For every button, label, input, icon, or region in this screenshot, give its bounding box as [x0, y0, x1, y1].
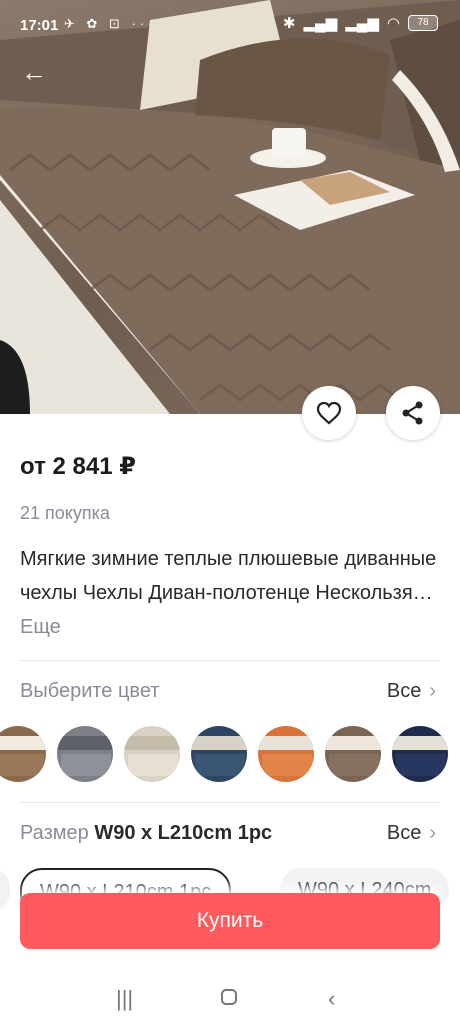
product-image[interactable]: 17:01 ✈ ✿ ⊡ ··· ✱ ▂▄▆ ▂▄▆ ◠ 78 ← [0, 0, 460, 414]
wifi-icon: ◠ [386, 15, 400, 32]
color-swatch-orange[interactable] [258, 726, 314, 782]
color-swatch-dark-blue[interactable] [392, 726, 448, 782]
home-icon[interactable] [220, 986, 238, 1012]
swatch-image [0, 726, 46, 782]
swatch-image [258, 726, 314, 782]
color-swatch-taupe[interactable] [325, 726, 381, 782]
size-selected-value: W90 x L210cm 1pc [94, 822, 273, 844]
system-icons: ✱ ▂▄▆ ▂▄▆ ◠ 78 [283, 14, 438, 32]
sofa-photo [0, 0, 460, 414]
share-icon [402, 401, 423, 425]
color-all-link[interactable]: Все › [387, 680, 436, 703]
recent-apps-icon[interactable]: ||| [116, 986, 133, 1012]
status-bar: 17:01 ✈ ✿ ⊡ ··· ✱ ▂▄▆ ▂▄▆ ◠ 78 [0, 0, 460, 48]
share-button[interactable] [386, 386, 440, 440]
product-title-text: Мягкие зимние теплые плюшевые диванные ч… [20, 548, 437, 604]
color-section-label: Выберите цвет [20, 680, 160, 702]
size-label: Размер [20, 822, 89, 844]
purchase-count: 21 покупка [20, 503, 110, 523]
arrow-left-icon: ← [21, 57, 47, 87]
chevron-right-icon: › [429, 822, 436, 844]
home-shape [221, 989, 237, 1005]
product-price: от 2 841 ₽ [20, 453, 136, 480]
signal-icon-2: ▂▄▆ [345, 15, 379, 32]
back-button[interactable]: ← [18, 56, 50, 88]
signal-icon: ▂▄▆ [303, 15, 338, 32]
battery-icon: 78 [408, 15, 438, 31]
notification-icons: ✈ ✿ ⊡ ··· [64, 16, 157, 31]
color-all-label: Все [386, 680, 422, 702]
color-swatch-navy[interactable] [191, 726, 247, 782]
product-title[interactable]: Мягкие зимние теплые плюшевые диванные ч… [20, 542, 440, 644]
size-all-link[interactable]: Все › [387, 822, 436, 845]
back-nav-icon[interactable]: ‹ [328, 986, 335, 1012]
color-swatch-beige[interactable] [124, 726, 180, 782]
swatch-image [57, 726, 113, 782]
bluetooth-icon: ✱ [282, 15, 296, 32]
swatch-image [124, 726, 180, 782]
divider [20, 802, 440, 803]
buy-button[interactable]: Купить [20, 893, 440, 949]
color-swatch-brown[interactable] [0, 726, 46, 782]
size-all-label: Все [386, 822, 422, 844]
favorite-button[interactable] [302, 386, 356, 440]
color-swatch-gray[interactable] [57, 726, 113, 782]
status-time: 17:01 [20, 17, 59, 34]
chevron-right-icon: › [429, 680, 436, 702]
more-link[interactable]: Еще [20, 616, 61, 638]
divider [20, 660, 440, 661]
size-chip-partial[interactable] [0, 868, 10, 908]
swatch-image [325, 726, 381, 782]
swatch-image [191, 726, 247, 782]
heart-icon [316, 401, 342, 425]
size-section-label: Размер W90 x L210cm 1pc [20, 822, 272, 845]
system-nav-bar: ||| ‹ [0, 970, 460, 1024]
swatch-image [392, 726, 448, 782]
color-swatch-list [0, 726, 460, 784]
